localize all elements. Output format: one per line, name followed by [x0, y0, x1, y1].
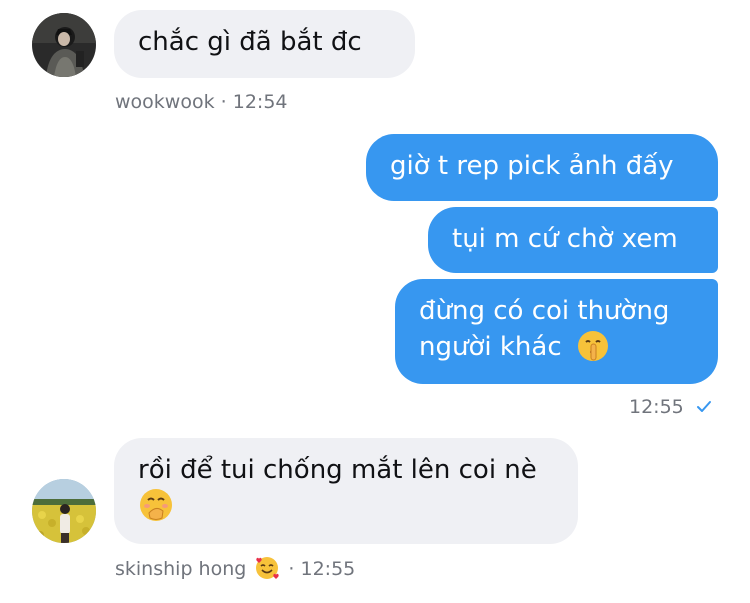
- smiling-face-with-hearts-icon: [256, 557, 280, 579]
- sent-check-icon: [696, 401, 711, 412]
- meta-separator: ·: [220, 91, 227, 113]
- message-outgoing[interactable]: giờ t rep pick ảnh đấy: [366, 134, 718, 201]
- sender-name[interactable]: wookwook: [115, 91, 215, 113]
- message-text-line: rồi để tui chống mắt lên coi nè: [138, 455, 537, 485]
- message-meta: skinship hong · 12:55: [115, 555, 355, 581]
- message-incoming[interactable]: chắc gì đã bắt đc: [114, 10, 415, 78]
- message-text: tụi m cứ chờ xem: [452, 224, 678, 254]
- message-time: 12:55: [629, 396, 684, 418]
- face-with-hand-over-mouth-icon: [140, 488, 172, 521]
- avatar-skinship-hong[interactable]: [32, 479, 96, 543]
- message-time: 12:55: [300, 558, 356, 580]
- message-text-line: người khác: [419, 329, 694, 365]
- message-outgoing[interactable]: tụi m cứ chờ xem: [428, 207, 718, 273]
- message-text-line: đừng có coi thường: [419, 296, 670, 326]
- message-text: chắc gì đã bắt đc: [138, 27, 362, 57]
- message-text: giờ t rep pick ảnh đấy: [390, 151, 674, 181]
- avatar-wookwook[interactable]: [32, 13, 96, 77]
- sender-name[interactable]: skinship hong: [115, 558, 246, 580]
- message-incoming[interactable]: rồi để tui chống mắt lên coi nè: [114, 438, 578, 544]
- meta-separator: ·: [288, 558, 295, 580]
- message-outgoing[interactable]: đừng có coi thường người khác: [395, 279, 718, 384]
- message-time: 12:54: [232, 91, 288, 113]
- shushing-face-icon: [577, 330, 608, 361]
- message-status: 12:55: [629, 395, 712, 419]
- message-text-line: [138, 488, 554, 524]
- message-meta: wookwook · 12:54: [115, 90, 288, 114]
